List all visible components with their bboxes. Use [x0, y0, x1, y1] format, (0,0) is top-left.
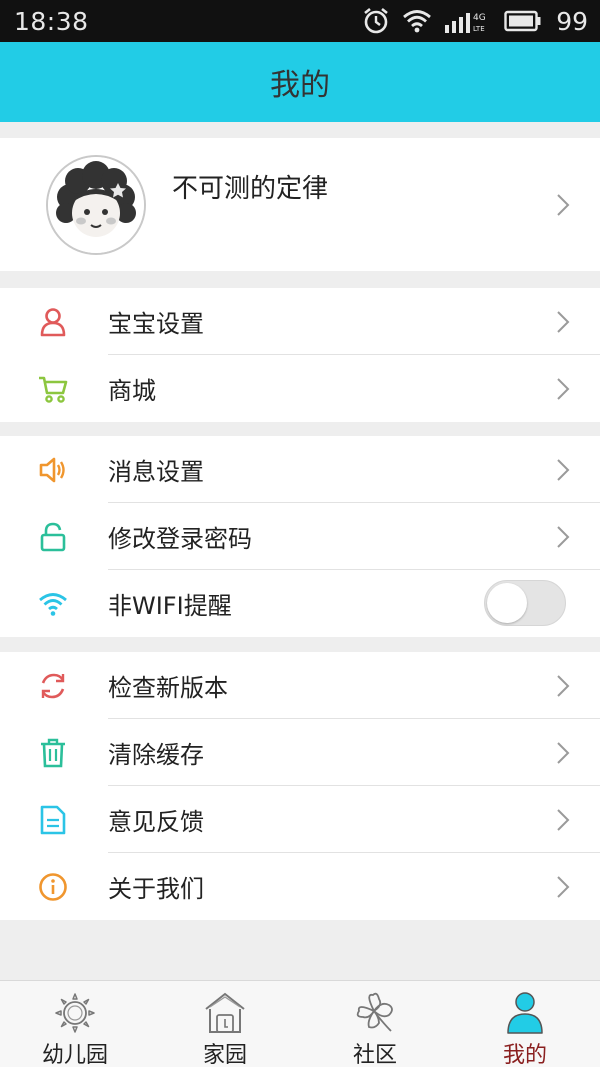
- menu-item-label: 非WIFI提醒: [108, 592, 232, 620]
- menu-item-feedback[interactable]: 意见反馈: [0, 786, 600, 853]
- chevron-right-icon: [556, 808, 570, 836]
- speaker-icon: [38, 455, 68, 485]
- settings-group-1: 宝宝设置 商城: [0, 288, 600, 422]
- menu-item-label: 修改登录密码: [108, 525, 252, 553]
- lock-icon: [38, 522, 68, 552]
- menu-item-baby-settings[interactable]: 宝宝设置: [0, 288, 600, 355]
- status-icons: 4G LTE 99: [362, 7, 588, 36]
- document-icon: [38, 805, 68, 835]
- tab-mine[interactable]: 我的: [450, 981, 600, 1067]
- chevron-right-icon: [556, 458, 570, 486]
- menu-item-label: 宝宝设置: [108, 310, 204, 338]
- signal-icon: 4G LTE: [444, 8, 492, 34]
- menu-item-label: 商城: [108, 377, 156, 405]
- alarm-icon: [362, 7, 390, 35]
- toggle-knob: [487, 583, 527, 623]
- settings-group-3: 检查新版本 清除缓存 意见反馈 关于我们: [0, 652, 600, 920]
- chevron-right-icon: [556, 310, 570, 338]
- menu-item-about-us[interactable]: 关于我们: [0, 853, 600, 920]
- avatar[interactable]: [46, 155, 146, 255]
- tab-label: 家园: [202, 1043, 247, 1067]
- cart-icon: [38, 374, 68, 404]
- menu-item-clear-cache[interactable]: 清除缓存: [0, 719, 600, 786]
- profile-name: 不可测的定律: [172, 174, 329, 204]
- menu-item-label: 检查新版本: [108, 674, 228, 702]
- menu-item-message-settings[interactable]: 消息设置: [0, 436, 600, 503]
- tab-kindergarten[interactable]: 幼儿园: [0, 981, 150, 1067]
- menu-item-change-password[interactable]: 修改登录密码: [0, 503, 600, 570]
- menu-item-label: 清除缓存: [108, 741, 204, 769]
- chevron-right-icon: [556, 875, 570, 903]
- user-icon: [505, 991, 545, 1035]
- settings-group-2: 消息设置 修改登录密码 非WIFI提醒: [0, 436, 600, 637]
- info-icon: [38, 872, 68, 902]
- bottom-tab-bar: 幼儿园 家园 社区 我的: [0, 980, 600, 1067]
- wifi-icon: [38, 589, 68, 619]
- trash-icon: [38, 738, 68, 768]
- page-title: 我的: [270, 68, 330, 103]
- menu-item-shop[interactable]: 商城: [0, 355, 600, 422]
- non-wifi-toggle[interactable]: [484, 580, 566, 626]
- house-icon: [203, 991, 247, 1035]
- menu-item-label: 关于我们: [108, 875, 204, 903]
- menu-item-check-update[interactable]: 检查新版本: [0, 652, 600, 719]
- chevron-right-icon: [556, 525, 570, 553]
- clover-icon: [353, 991, 397, 1035]
- tab-label: 我的: [502, 1043, 547, 1067]
- menu-item-non-wifi-alert: 非WIFI提醒: [0, 570, 600, 637]
- chevron-right-icon: [556, 377, 570, 405]
- tab-community[interactable]: 社区: [300, 981, 450, 1067]
- menu-item-label: 消息设置: [108, 458, 204, 486]
- tab-label: 幼儿园: [41, 1043, 108, 1067]
- chevron-right-icon: [556, 674, 570, 702]
- status-time: 18:38: [14, 6, 89, 36]
- header-bar: 我的: [0, 42, 600, 122]
- battery-icon: [504, 10, 542, 32]
- sun-icon: [53, 991, 97, 1035]
- status-bar: 18:38 4G LTE 99: [0, 0, 600, 42]
- battery-level: 99: [556, 6, 588, 36]
- tab-label: 社区: [352, 1043, 397, 1067]
- chevron-right-icon: [556, 741, 570, 769]
- person-icon: [38, 307, 68, 337]
- svg-text:LTE: LTE: [473, 25, 485, 33]
- tab-home-garden[interactable]: 家园: [150, 981, 300, 1067]
- wifi-status-icon: [402, 9, 432, 33]
- network-type: 4G: [473, 13, 486, 23]
- chevron-right-icon: [556, 193, 570, 221]
- profile-card[interactable]: 不可测的定律: [0, 138, 600, 271]
- refresh-icon: [38, 671, 68, 701]
- menu-item-label: 意见反馈: [108, 808, 204, 836]
